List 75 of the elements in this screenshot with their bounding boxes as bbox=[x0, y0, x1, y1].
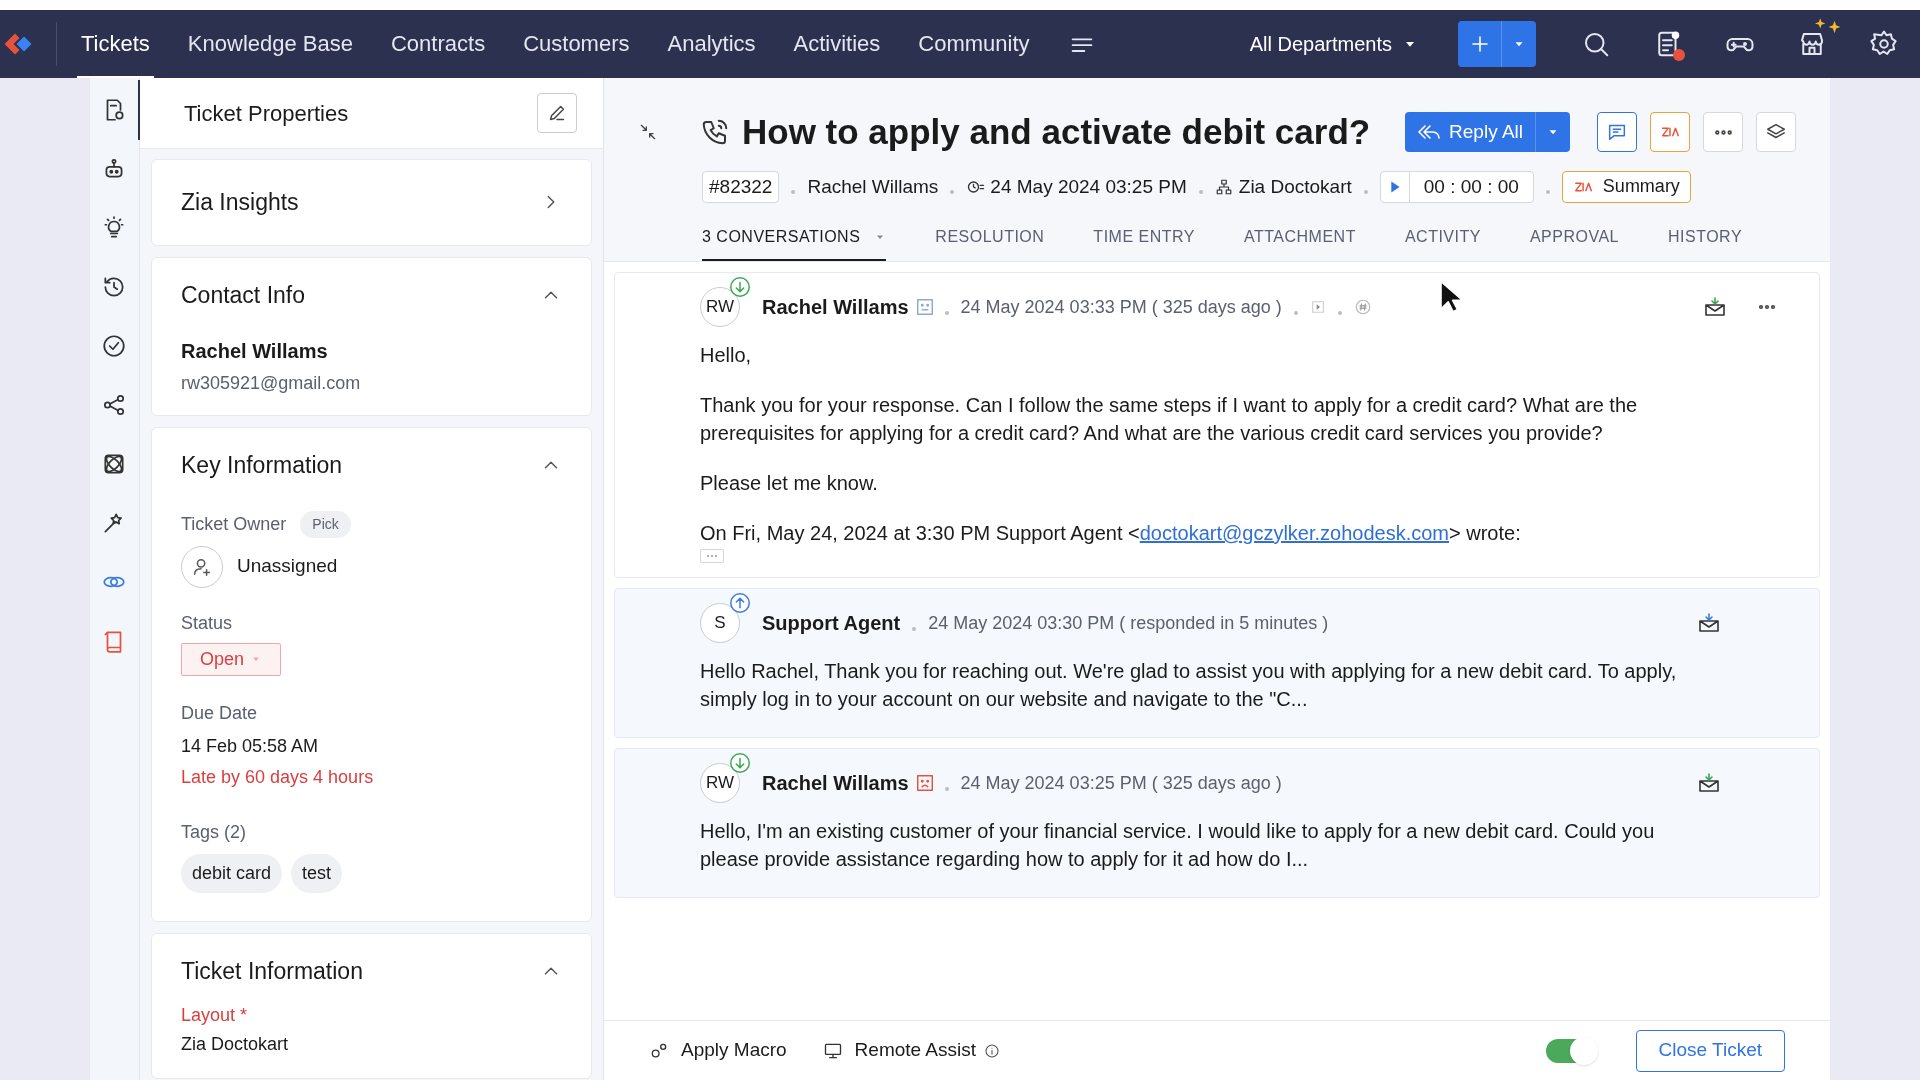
close-ticket-button[interactable]: Close Ticket bbox=[1635, 1029, 1785, 1072]
message-text: Please let me know. bbox=[700, 471, 879, 496]
contact-email: rw305921@gmail.com bbox=[181, 372, 362, 395]
toggle-switch[interactable] bbox=[1545, 1038, 1596, 1063]
info-icon[interactable] bbox=[984, 1042, 1001, 1059]
sender-name[interactable]: Rachel Willams bbox=[762, 292, 909, 322]
sender-name[interactable]: Support Agent bbox=[762, 608, 901, 638]
comment-button[interactable] bbox=[1597, 112, 1637, 153]
created-date: 24 May 2024 03:25 PM bbox=[990, 174, 1187, 199]
avatar: S bbox=[700, 603, 740, 643]
tag-chip[interactable]: test bbox=[291, 853, 343, 893]
timer[interactable]: 00 : 00 : 00 bbox=[1379, 170, 1534, 203]
section-title: Contact Info bbox=[181, 280, 306, 310]
message-text: Hello, I'm an existing customer of your financial service. I would like to apply for a new debit card. Could you please provide assistance regarding how to apply for it ad how do I... bbox=[700, 819, 1656, 872]
message-time: 24 May 2024 03:30 PM ( responded in 5 minutes ) bbox=[928, 611, 1329, 635]
layout-value: Zia Doctokart bbox=[181, 1033, 290, 1056]
department-name: Zia Doctokart bbox=[1238, 174, 1352, 199]
layers-button[interactable] bbox=[1756, 112, 1796, 153]
apply-macro-button[interactable]: Apply Macro bbox=[649, 1036, 787, 1065]
status-dropdown[interactable]: Open bbox=[181, 642, 282, 676]
field-label: Due Date bbox=[181, 701, 259, 725]
nav-tab[interactable]: Customers bbox=[519, 10, 634, 78]
section-title: Zia Insights bbox=[181, 188, 299, 217]
ticket-number: #82322 bbox=[702, 170, 780, 203]
tag-chip[interactable]: debit card bbox=[181, 853, 283, 893]
envelope-icon[interactable] bbox=[1697, 771, 1721, 795]
more-button[interactable] bbox=[1703, 112, 1743, 153]
add-button[interactable] bbox=[1458, 21, 1502, 67]
zia-button[interactable] bbox=[1650, 112, 1690, 153]
section-title: Ticket Information bbox=[181, 956, 363, 986]
email-link[interactable]: doctokart@gczylker.zohodesk.com bbox=[1139, 522, 1450, 544]
message-text: On Fri, May 24, 2024 at 3:30 PM Support Agent <doctokart@gczylker.zohodesk.com> wrote: bbox=[700, 521, 1522, 546]
due-date: 14 Feb 05:58 AM bbox=[181, 734, 320, 758]
conversation-tab[interactable]: ATTACHMENT bbox=[1243, 225, 1356, 261]
contact-name[interactable]: Rachel Willams bbox=[181, 336, 562, 366]
field-label: Tags (2) bbox=[181, 820, 248, 844]
overdue-text: Late by 60 days 4 hours bbox=[181, 765, 375, 789]
nav-tab[interactable]: Community bbox=[914, 10, 1034, 78]
envelope-icon[interactable] bbox=[1697, 611, 1721, 635]
nav-tab[interactable]: Analytics bbox=[663, 10, 760, 78]
owner-name: Unassigned bbox=[237, 554, 338, 579]
department-dropdown[interactable]: All Departments bbox=[1249, 29, 1418, 59]
message-text: Thank you for your response. Can I follow the same steps if I want to apply for a credit card? What are the prerequisites for applying for a credit card? And what are the various credit card services you provide? bbox=[700, 393, 1639, 446]
message-time: 24 May 2024 03:33 PM ( 325 days ago ) bbox=[960, 295, 1282, 319]
avatar: RW bbox=[700, 763, 740, 803]
field-label: Ticket Owner bbox=[181, 512, 287, 536]
reply-all-button[interactable]: Reply All bbox=[1405, 112, 1536, 153]
nav-tab[interactable]: Knowledge Base bbox=[183, 10, 357, 78]
envelope-icon[interactable] bbox=[1703, 295, 1727, 319]
more-icon bbox=[1714, 129, 1732, 135]
conversation-tab[interactable]: TIME ENTRY bbox=[1093, 225, 1195, 261]
ticket-title: How to apply and activate debit card? bbox=[742, 111, 1371, 153]
message-time: 24 May 2024 03:25 PM ( 325 days ago ) bbox=[960, 771, 1282, 795]
check-circle-icon bbox=[100, 333, 127, 359]
nav-tab[interactable]: Activities bbox=[789, 10, 885, 78]
message-text: Hello Rachel, Thank you for reaching out. We're glad to assist you with applying for a new debit card. To apply, simply log in to your account on our website and navigate to the "C... bbox=[700, 659, 1678, 712]
conversation-tab[interactable]: HISTORY bbox=[1668, 225, 1743, 261]
edit-button[interactable] bbox=[537, 93, 577, 133]
summary-button[interactable]: Summary bbox=[1561, 170, 1691, 203]
field-label: Status bbox=[181, 611, 234, 635]
reply-dropdown-button[interactable] bbox=[1536, 112, 1570, 153]
avatar: RW bbox=[700, 287, 740, 327]
panel-title: Ticket Properties bbox=[184, 99, 349, 128]
remote-assist-button[interactable]: Remote Assist bbox=[822, 1036, 977, 1065]
contact-name[interactable]: Rachel Willams bbox=[807, 172, 939, 201]
pick-button[interactable]: Pick bbox=[300, 510, 351, 538]
conversation-tab[interactable]: ACTIVITY bbox=[1404, 225, 1481, 261]
field-label: Layout * bbox=[181, 1004, 249, 1027]
nav-tab[interactable]: Contracts bbox=[387, 10, 490, 78]
department-icon bbox=[1214, 177, 1233, 196]
section-title: Key Information bbox=[181, 451, 343, 480]
conversation-tab[interactable]: APPROVAL bbox=[1529, 225, 1619, 261]
message-text: Hello, bbox=[700, 343, 753, 368]
sender-name[interactable]: Rachel Willams bbox=[762, 768, 909, 798]
conversation-tab[interactable]: RESOLUTION bbox=[935, 225, 1045, 261]
